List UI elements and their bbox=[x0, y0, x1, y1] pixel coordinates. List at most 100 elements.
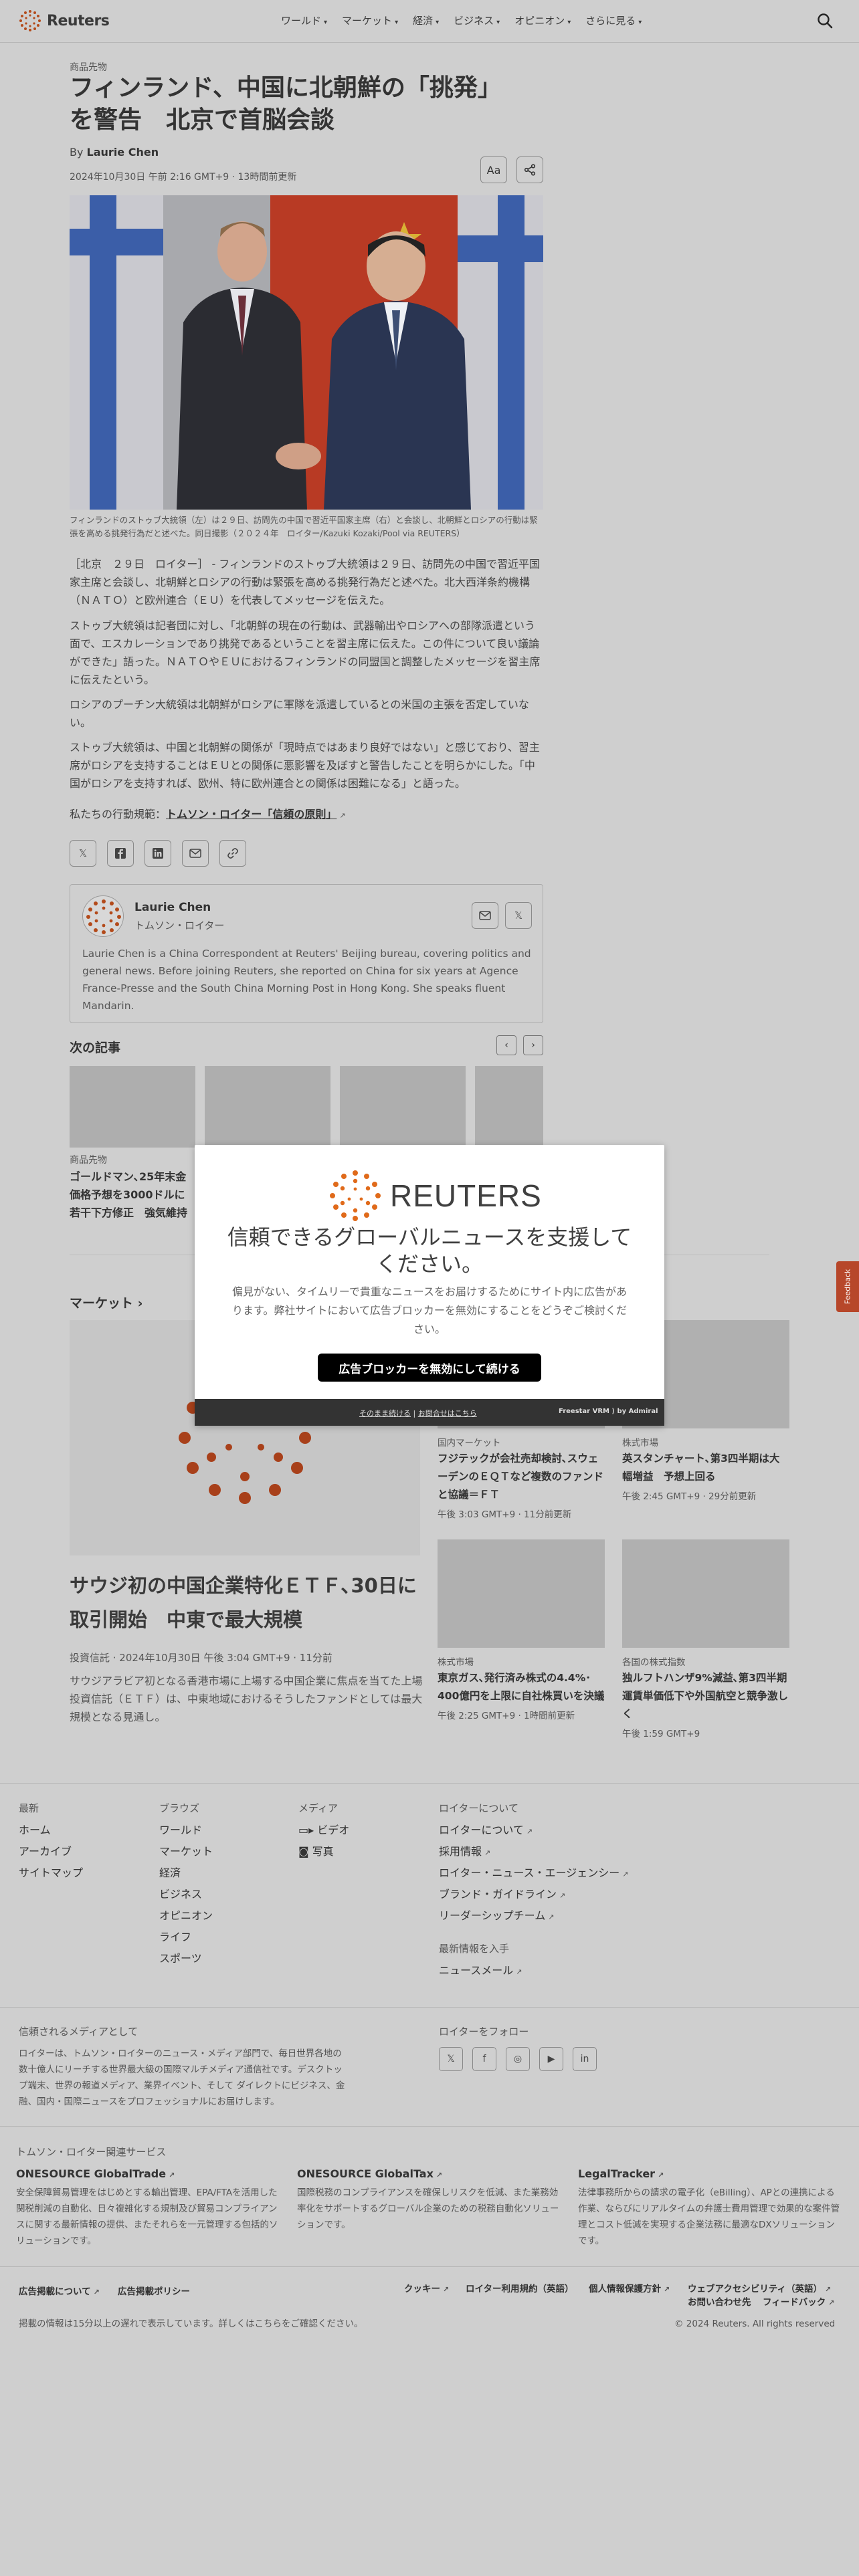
markets-card-time: 午後 2:45 GMT+9 · 29分前更新 bbox=[622, 1491, 757, 1502]
service-description: 安全保障貿易管理をはじめとする輸出管理、EPA/FTAを活用した関税削減の自動化… bbox=[16, 2187, 278, 2246]
share-facebook-button[interactable] bbox=[107, 840, 134, 867]
markets-card-title: フジテックが会社売却検討､スウェーデンのＥＱＴなど複数のファンドと協議＝ＦＴ bbox=[438, 1453, 604, 1501]
next-article-card[interactable] bbox=[205, 1066, 330, 1148]
markets-section-title[interactable]: マーケット › bbox=[70, 1293, 142, 1311]
author-name[interactable]: Laurie Chen bbox=[134, 901, 211, 914]
footer-link-archive[interactable]: アーカイブ bbox=[19, 1842, 83, 1864]
legal-link-ads[interactable]: 広告掲載について ↗ bbox=[19, 2284, 100, 2297]
dateline: 2024年10月30日 午前 2:16 GMT+9 · 13時間前更新 bbox=[70, 172, 297, 183]
service-title[interactable]: ONESOURCE GlobalTax ↗ bbox=[297, 2167, 442, 2180]
legal-link-contact[interactable]: お問い合わせ先 bbox=[688, 2294, 751, 2308]
follow-linkedin-button[interactable]: in bbox=[573, 2047, 597, 2071]
markets-card[interactable]: 各国の株式指数 独ルフトハンザ9%減益､第3四半期 運賃単価低下や外国航空と競争… bbox=[622, 1539, 797, 1739]
page: Reuters ワールド ▾ マーケット ▾ 経済 ▾ ビジネス ▾ オピニオン ▾ さら… bbox=[0, 0, 859, 2576]
follow-x-button[interactable]: 𝕏 bbox=[439, 2047, 463, 2071]
next-article-card[interactable]: 商品先物 ゴールドマン､25年末金価格予想を3000ドルに若干下方修正 強気維持 bbox=[70, 1066, 195, 1222]
search-icon[interactable] bbox=[816, 12, 834, 29]
service-title[interactable]: ONESOURCE GlobalTrade ↗ bbox=[16, 2167, 175, 2180]
disable-adblock-button[interactable]: 広告ブロッカーを無効にして続ける bbox=[318, 1354, 541, 1382]
footer-link[interactable]: ライフ bbox=[159, 1928, 213, 1949]
footer-link-video[interactable]: ▭▸ ビデオ bbox=[298, 1821, 349, 1842]
share-linkedin-button[interactable] bbox=[145, 840, 171, 867]
chevron-left-icon: ‹ bbox=[504, 1040, 508, 1051]
service-description: 法律事務所からの請求の電子化（eBilling）、APとの連携による作業、ならび… bbox=[578, 2187, 840, 2246]
reuters-logo[interactable]: Reuters bbox=[19, 9, 110, 32]
byline-author-link[interactable]: Laurie Chen bbox=[87, 146, 159, 158]
markets-card[interactable]: 株式市場 東京ガス､発行済み株式の4.4%･400億円を上限に自社株買いを決議 … bbox=[438, 1539, 605, 1721]
footer-link-sitemap[interactable]: サイトマップ bbox=[19, 1864, 83, 1885]
carousel-next-button[interactable]: › bbox=[523, 1035, 543, 1055]
footer-link-label: 採用情報 bbox=[439, 1845, 482, 1858]
next-article-image bbox=[475, 1066, 543, 1148]
footer-link-newsletter[interactable]: ニュースメール ↗ bbox=[439, 1961, 522, 1983]
markets-main-headline[interactable]: サウジ初の中国企業特化ＥＴＦ､30日に取引開始 中東で最大規模 bbox=[70, 1569, 424, 1637]
markets-card-category: 各国の株式指数 bbox=[622, 1657, 686, 1668]
nav-item-business[interactable]: ビジネス ▾ bbox=[454, 13, 500, 27]
continue-anyway-link[interactable]: そのまま続ける bbox=[359, 1409, 411, 1418]
next-article-image bbox=[70, 1066, 195, 1148]
footer-link[interactable]: ビジネス bbox=[159, 1885, 213, 1907]
service-title[interactable]: LegalTracker ↗ bbox=[578, 2167, 664, 2180]
linkedin-icon bbox=[153, 848, 163, 859]
main-nav: ワールド ▾ マーケット ▾ 経済 ▾ ビジネス ▾ オピニオン ▾ さらに見る ▾ bbox=[281, 13, 642, 27]
footer-link[interactable]: 経済 bbox=[159, 1864, 213, 1885]
share-x-button[interactable]: 𝕏 bbox=[70, 840, 96, 867]
footer-link[interactable]: ロイター・ニュース・エージェンシー ↗ bbox=[439, 1864, 628, 1885]
standards-link[interactable]: トムソン・ロイター「信頼の原則」 bbox=[166, 808, 337, 821]
legal-link-privacy[interactable]: 個人情報保護方針 ↗ bbox=[589, 2281, 670, 2294]
footer-link-home[interactable]: ホーム bbox=[19, 1821, 83, 1842]
footer-link[interactable]: ワールド bbox=[159, 1821, 213, 1842]
legal-link-label: フィードバック bbox=[763, 2297, 826, 2308]
legal-link-accessibility[interactable]: ウェブアクセシビリティ（英語） ↗ bbox=[688, 2281, 831, 2294]
follow-youtube-button[interactable]: ▶ bbox=[539, 2047, 563, 2071]
next-article-category: 商品先物 bbox=[70, 1155, 107, 1166]
separator: | bbox=[413, 1409, 416, 1418]
chevron-down-icon: ▾ bbox=[395, 19, 399, 26]
next-article-card[interactable] bbox=[340, 1066, 466, 1148]
legal-link-terms[interactable]: ロイター利用規約（英語） bbox=[466, 2281, 573, 2294]
footer-disclaimer: 掲載の情報は15分以上の遅れで表示しています。詳しくはこちらをご確認ください。 bbox=[19, 2319, 363, 2329]
legal-link-ad-policy[interactable]: 広告掲載ポリシー bbox=[118, 2284, 190, 2297]
footer-link[interactable]: スポーツ bbox=[159, 1949, 213, 1971]
article-kicker[interactable]: 商品先物 bbox=[70, 60, 543, 74]
footer-newsletter: ニュースメール ↗ bbox=[439, 1961, 522, 1983]
external-link-icon: ↗ bbox=[658, 2171, 664, 2179]
feedback-tab[interactable]: Feedback bbox=[836, 1261, 859, 1312]
nav-item-world[interactable]: ワールド ▾ bbox=[281, 13, 327, 27]
share-email-button[interactable] bbox=[182, 840, 209, 867]
author-box: Laurie Chen トムソン・ロイター 𝕏 Laurie Chen is a… bbox=[70, 884, 543, 1023]
camera-icon: ◙ bbox=[298, 1845, 309, 1858]
nav-item-economy[interactable]: 経済 ▾ bbox=[413, 13, 439, 27]
footer-link-photos[interactable]: ◙ 写真 bbox=[298, 1842, 349, 1864]
follow-instagram-button[interactable]: ◎ bbox=[506, 2047, 530, 2071]
copy-link-button[interactable] bbox=[219, 840, 246, 867]
footer-link[interactable]: マーケット bbox=[159, 1842, 213, 1864]
facebook-icon: f bbox=[482, 2054, 486, 2064]
author-email-button[interactable] bbox=[472, 902, 498, 929]
font-size-button[interactable]: Aa bbox=[480, 156, 507, 183]
share-button[interactable] bbox=[516, 156, 543, 183]
author-x-button[interactable]: 𝕏 bbox=[505, 902, 532, 929]
next-article-image bbox=[205, 1066, 330, 1148]
footer-link[interactable]: 採用情報 ↗ bbox=[439, 1842, 628, 1864]
legal-link-label: クッキー bbox=[404, 2284, 440, 2294]
next-article-card[interactable] bbox=[475, 1066, 543, 1148]
carousel-prev-button[interactable]: ‹ bbox=[496, 1035, 516, 1055]
next-article-image bbox=[340, 1066, 466, 1148]
freestar-admiral-brand[interactable]: Freestar VRM ⟩ by Admiral bbox=[559, 1408, 658, 1415]
contact-link[interactable]: お問合せはこちら bbox=[418, 1409, 477, 1418]
footer-link[interactable]: リーダーシップチーム ↗ bbox=[439, 1907, 628, 1928]
nav-item-more[interactable]: さらに見る ▾ bbox=[585, 13, 642, 27]
nav-item-opinion[interactable]: オピニオン ▾ bbox=[514, 13, 571, 27]
x-icon: 𝕏 bbox=[514, 909, 523, 922]
footer-link[interactable]: ブランド・ガイドライン ↗ bbox=[439, 1885, 628, 1907]
legal-link-feedback[interactable]: フィードバック ↗ bbox=[763, 2294, 834, 2308]
author-avatar[interactable] bbox=[82, 895, 124, 937]
follow-facebook-button[interactable]: f bbox=[472, 2047, 496, 2071]
legal-link-cookies[interactable]: クッキー ↗ bbox=[404, 2281, 449, 2294]
footer-link-label: ビデオ bbox=[317, 1824, 350, 1836]
footer-link[interactable]: ロイターについて ↗ bbox=[439, 1821, 628, 1842]
external-link-icon: ↗ bbox=[622, 1870, 629, 1879]
footer-link[interactable]: オピニオン bbox=[159, 1907, 213, 1928]
nav-item-markets[interactable]: マーケット ▾ bbox=[342, 13, 398, 27]
